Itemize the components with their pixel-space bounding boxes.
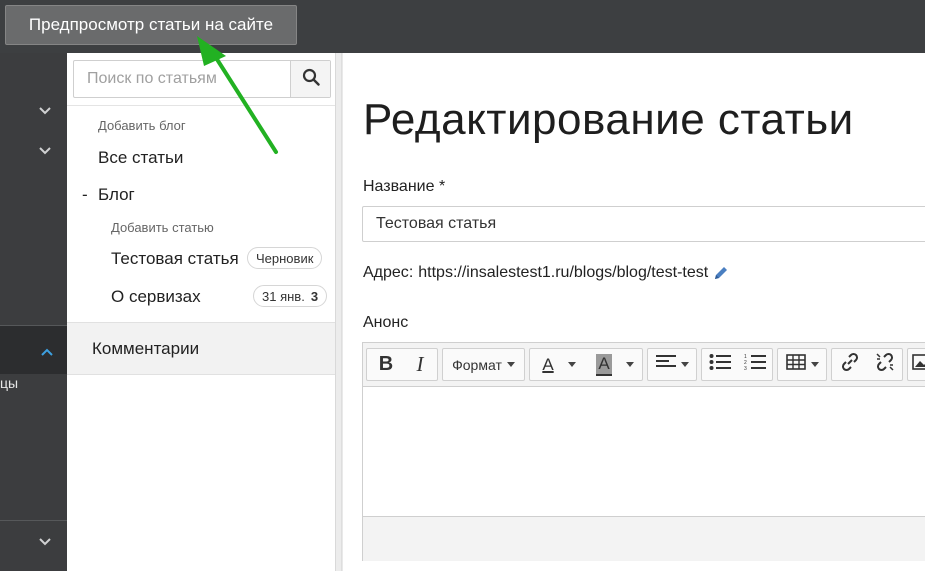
- nav-item-active[interactable]: [0, 326, 67, 374]
- add-blog-link[interactable]: Добавить блог: [98, 118, 186, 133]
- panel-gutter: [336, 53, 342, 571]
- address-url: https://insalestest1.ru/blogs/blog/test-…: [418, 264, 709, 281]
- chevron-down-icon[interactable]: [38, 144, 52, 158]
- numbered-list-icon: 123: [744, 353, 766, 376]
- toolbar-group: Формат: [442, 348, 525, 381]
- comment-count: 3: [310, 288, 319, 304]
- background-color-button[interactable]: A: [588, 349, 642, 380]
- announce-label: Анонс: [363, 314, 409, 331]
- remove-link-button[interactable]: [869, 349, 901, 380]
- left-nav: цы: [0, 53, 67, 571]
- insert-image-button[interactable]: [908, 349, 925, 380]
- toolbar-group: [777, 348, 827, 381]
- divider: [67, 105, 335, 106]
- toolbar-group: [907, 348, 925, 381]
- toolbar-group: [647, 348, 697, 381]
- comments-label: Комментарии: [92, 339, 200, 358]
- name-label: Название *: [363, 178, 446, 195]
- rich-text-editor: B I Формат A A 1 2 3: [362, 342, 925, 561]
- blog-link[interactable]: Блог: [98, 185, 135, 205]
- link-icon: [839, 351, 861, 378]
- chevron-down-icon[interactable]: [38, 535, 52, 549]
- blog-collapse-toggle[interactable]: -: [82, 185, 88, 205]
- page-title: Редактирование статьи: [363, 95, 854, 144]
- italic-button[interactable]: I: [405, 349, 435, 380]
- toolbar-group: B I: [366, 348, 438, 381]
- address-label: Адрес: [363, 264, 409, 281]
- table-icon: [785, 354, 806, 375]
- text-color-button[interactable]: A: [532, 349, 586, 380]
- blog-tree-panel: Добавить блог Все статьи - Блог Добавить…: [67, 53, 336, 571]
- date-badge: 31 янв. 3: [253, 285, 328, 307]
- toolbar-group: [831, 348, 903, 381]
- align-left-icon: [655, 354, 676, 375]
- article-name-input[interactable]: [362, 206, 925, 242]
- all-articles-link[interactable]: Все статьи: [98, 148, 183, 168]
- preview-article-button[interactable]: Предпросмотр статьи на сайте: [5, 5, 297, 45]
- table-dropdown[interactable]: [778, 349, 826, 380]
- chevron-up-icon[interactable]: [40, 344, 54, 362]
- align-dropdown[interactable]: [648, 349, 696, 380]
- address-row: Адрес: https://insalestest1.ru/blogs/blo…: [363, 264, 730, 282]
- image-icon: [912, 354, 925, 375]
- article-link[interactable]: Тестовая статья: [111, 249, 239, 269]
- format-dropdown[interactable]: Формат: [443, 349, 524, 380]
- search-box: [73, 60, 331, 98]
- bullet-list-icon: [709, 353, 731, 376]
- pencil-icon[interactable]: [712, 264, 730, 282]
- insert-link-button[interactable]: [834, 349, 866, 380]
- search-button[interactable]: [290, 61, 330, 97]
- comments-item[interactable]: Комментарии: [67, 322, 335, 375]
- search-input[interactable]: [74, 61, 290, 97]
- add-article-link[interactable]: Добавить статью: [111, 220, 214, 235]
- nav-item-label[interactable]: цы: [0, 375, 18, 391]
- article-editor: Редактирование статьи Название * Адрес: …: [343, 53, 925, 571]
- status-badge: Черновик: [247, 247, 323, 269]
- editor-content-area[interactable]: [363, 387, 925, 516]
- chevron-down-icon[interactable]: [38, 104, 52, 118]
- bullet-list-button[interactable]: [704, 349, 736, 380]
- article-link[interactable]: О сервизах: [111, 287, 201, 307]
- svg-text:3: 3: [744, 366, 747, 371]
- toolbar-group: 123: [701, 348, 773, 381]
- editor-status-bar: [363, 516, 925, 561]
- numbered-list-button[interactable]: 123: [739, 349, 771, 380]
- nav-divider: [0, 520, 67, 521]
- editor-toolbar: B I Формат A A 1 2 3: [363, 343, 925, 387]
- unlink-icon: [874, 351, 896, 378]
- top-bar: Предпросмотр статьи на сайте: [0, 0, 925, 53]
- bold-button[interactable]: B: [371, 349, 401, 380]
- search-icon: [302, 68, 320, 91]
- toolbar-group: A A: [529, 348, 643, 381]
